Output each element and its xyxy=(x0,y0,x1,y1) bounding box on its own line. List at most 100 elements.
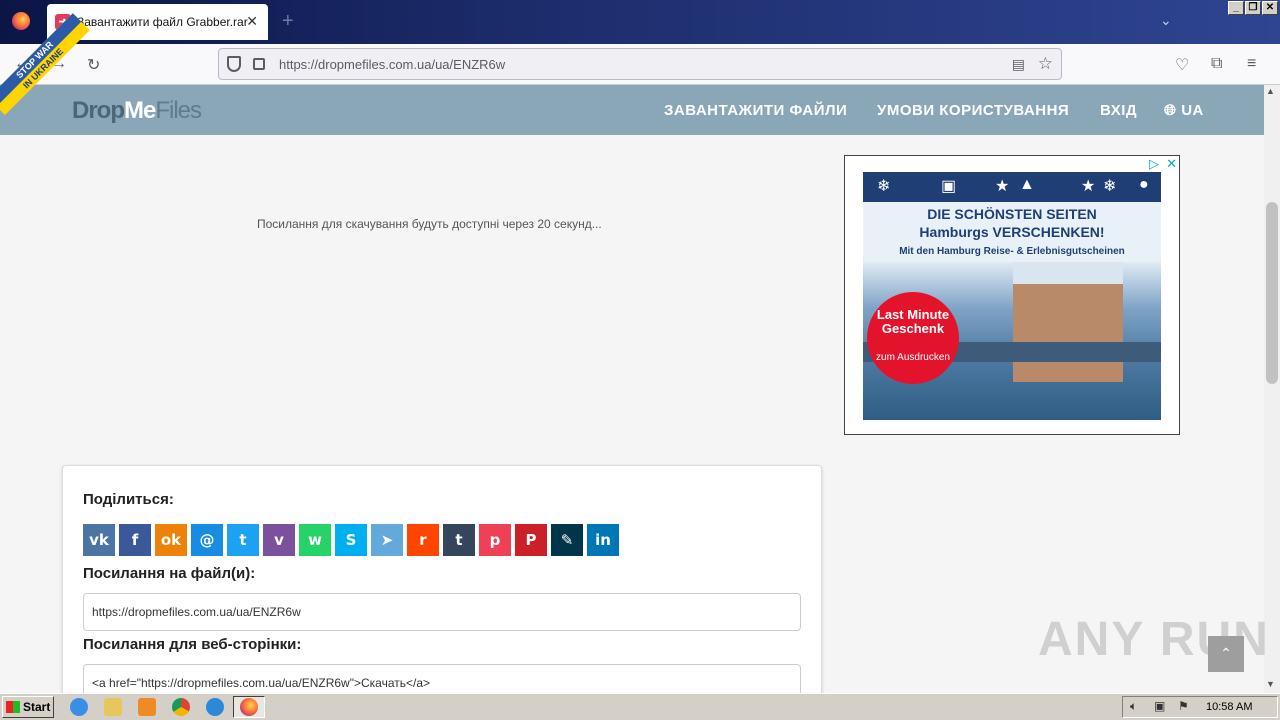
skype-icon: S xyxy=(345,531,357,549)
vk-icon: vk xyxy=(89,531,109,549)
tree-ornament-icon: ▲ xyxy=(1019,176,1035,193)
ad-badge-sub: zum Ausdrucken xyxy=(876,352,950,363)
scroll-down-arrow-icon[interactable]: ▼ xyxy=(1266,679,1275,689)
share-panel: Поділиться: vk f ok @ t v w S ➤ r t p P ✎ in Посилання… xyxy=(62,465,822,705)
action-center-flag-icon[interactable]: ⚑ xyxy=(1178,699,1189,713)
ornament-icon: ❄ xyxy=(877,178,891,195)
extensions-icon[interactable]: ⧉ xyxy=(1211,55,1222,73)
list-all-tabs-chevron-icon[interactable]: ⌄ xyxy=(1160,12,1172,29)
web-code-value: <a href="https://dropmefiles.com.ua/ua/E… xyxy=(92,676,431,690)
nav-language[interactable]: 🌐︎ UA xyxy=(1164,102,1204,119)
download-countdown-text: Посилання для скачування будуть доступні… xyxy=(257,217,602,231)
start-label: Start xyxy=(23,700,51,714)
elbphilharmonie-building xyxy=(1013,262,1123,382)
media-player-icon[interactable] xyxy=(138,698,156,716)
app-menu-icon[interactable]: ≡ xyxy=(1247,55,1256,73)
pocket-save-icon[interactable]: ♡ xyxy=(1175,55,1189,75)
share-pocket-button[interactable]: p xyxy=(479,524,511,556)
site-header: DropMeFiles xyxy=(0,85,1264,135)
ball-ornament-icon: ● xyxy=(1139,176,1149,193)
start-button[interactable]: Start xyxy=(2,696,54,718)
ad-image[interactable]: ❄ ▣ ★ ▲ ★ ❄ ● DIE SCHÖNSTEN SEITEN Hambu… xyxy=(863,172,1161,420)
windows-taskbar: Start 🔈︎ ▣ ⚑ 10:58 AM xyxy=(0,693,1280,720)
tumblr-icon: t xyxy=(455,531,463,549)
globe-icon: 🌐︎ xyxy=(1164,102,1177,119)
tab-title: Завантажити файл Grabber.rar xyxy=(77,15,248,29)
nav-login[interactable]: ВХІД xyxy=(1100,102,1137,119)
share-skype-button[interactable]: S xyxy=(335,524,367,556)
explorer-folder-icon[interactable] xyxy=(104,698,122,716)
nav-upload-files[interactable]: ЗАВАНТАЖИТИ ФАЙЛИ xyxy=(664,102,847,119)
file-link-field[interactable]: https://dropmefiles.com.ua/ua/ENZR6w xyxy=(83,593,801,631)
volume-icon[interactable]: 🔈︎ xyxy=(1130,699,1137,714)
back-to-top-button[interactable]: ⌃ xyxy=(1208,636,1244,672)
nav-terms[interactable]: УМОВИ КОРИСТУВАННЯ xyxy=(877,102,1069,119)
share-twitter-button[interactable]: t xyxy=(227,524,259,556)
linkedin-icon: in xyxy=(595,531,611,549)
adchoices-icon[interactable]: ▷ xyxy=(1149,156,1159,172)
firefox-taskbar-button[interactable] xyxy=(233,696,265,718)
reddit-icon: r xyxy=(419,531,427,549)
web-page-links-label: Посилання для веб-сторінки: xyxy=(83,636,302,653)
site-logo[interactable]: DropMeFiles xyxy=(72,97,202,125)
network-icon[interactable]: ▣ xyxy=(1154,699,1165,713)
star-ornament-icon: ★ xyxy=(995,178,1010,195)
bookmark-star-icon[interactable]: ☆ xyxy=(1038,54,1053,74)
share-pinterest-button[interactable]: P xyxy=(515,524,547,556)
share-whatsapp-button[interactable]: w xyxy=(299,524,331,556)
share-viber-button[interactable]: v xyxy=(263,524,295,556)
mailru-icon: @ xyxy=(199,531,215,549)
share-telegram-button[interactable]: ➤ xyxy=(371,524,403,556)
ad-headline-1: DIE SCHÖNSTEN SEITEN xyxy=(927,206,1097,222)
pinterest-icon: P xyxy=(525,531,537,549)
taskbar-clock: 10:58 AM xyxy=(1206,701,1253,713)
scrollbar-thumb[interactable] xyxy=(1266,202,1278,384)
language-label: UA xyxy=(1181,102,1204,119)
pocket-icon: p xyxy=(489,531,501,549)
ad-subline: Mit den Hamburg Reise- & Erlebnisgutsche… xyxy=(899,246,1125,257)
reader-view-icon[interactable]: ▤ xyxy=(1012,56,1025,73)
window-restore-button[interactable]: ❐ xyxy=(1245,1,1261,15)
share-vk-button[interactable]: vk xyxy=(83,524,115,556)
ad-headline-2: Hamburgs VERSCHENKEN! xyxy=(919,224,1105,240)
system-tray xyxy=(1122,696,1278,718)
tab-close-icon[interactable]: ✕ xyxy=(246,13,258,30)
advertisement[interactable]: ❄ ▣ ★ ▲ ★ ❄ ● DIE SCHÖNSTEN SEITEN Hambu… xyxy=(844,155,1180,435)
telegram-icon: ➤ xyxy=(380,531,394,549)
share-livejournal-button[interactable]: ✎ xyxy=(551,524,583,556)
share-odnoklassniki-button[interactable]: ok xyxy=(155,524,187,556)
chevron-up-icon: ⌃ xyxy=(1220,645,1232,661)
viber-icon: v xyxy=(274,531,284,549)
share-reddit-button[interactable]: r xyxy=(407,524,439,556)
share-linkedin-button[interactable]: in xyxy=(587,524,619,556)
twitter-icon: t xyxy=(239,531,247,549)
url-text[interactable]: https://dropmefiles.com.ua/ua/ENZR6w xyxy=(279,57,505,72)
scroll-up-arrow-icon[interactable]: ▲ xyxy=(1266,86,1275,96)
share-facebook-button[interactable]: f xyxy=(119,524,151,556)
whatsapp-icon: w xyxy=(308,531,322,549)
site-lock-icon[interactable] xyxy=(253,58,265,70)
browser-tab-strip: ➜ Завантажити файл Grabber.rar ✕ + ⌄ _ ❐… xyxy=(0,0,1280,44)
page-scrollbar[interactable] xyxy=(1264,85,1280,693)
window-minimize-button[interactable]: _ xyxy=(1228,1,1244,15)
edge-icon[interactable] xyxy=(206,698,224,716)
reload-icon[interactable]: ↻ xyxy=(87,55,100,75)
ie-icon[interactable] xyxy=(70,698,88,716)
share-tumblr-button[interactable]: t xyxy=(443,524,475,556)
file-link-value: https://dropmefiles.com.ua/ua/ENZR6w xyxy=(92,605,301,619)
window-close-button[interactable]: ✕ xyxy=(1262,1,1278,15)
new-tab-button[interactable]: + xyxy=(282,10,294,33)
livejournal-icon: ✎ xyxy=(560,531,574,549)
ad-close-icon[interactable]: ✕ xyxy=(1166,156,1177,172)
snowflake-icon: ❄ xyxy=(1103,178,1117,195)
ad-badge-main: Last Minute Geschenk xyxy=(876,307,950,336)
firefox-icon[interactable] xyxy=(12,12,30,30)
odnoklassniki-icon: ok xyxy=(160,531,182,549)
share-mailru-button[interactable]: @ xyxy=(191,524,223,556)
logo-files: Files xyxy=(155,97,202,124)
gift-ornament-icon: ▣ xyxy=(941,178,957,195)
address-bar[interactable]: https://dropmefiles.com.ua/ua/ENZR6w ▤ ☆ xyxy=(218,48,1062,80)
tracking-protection-shield-icon[interactable] xyxy=(227,56,241,72)
share-label: Поділиться: xyxy=(83,491,174,508)
chrome-icon[interactable] xyxy=(172,698,190,716)
